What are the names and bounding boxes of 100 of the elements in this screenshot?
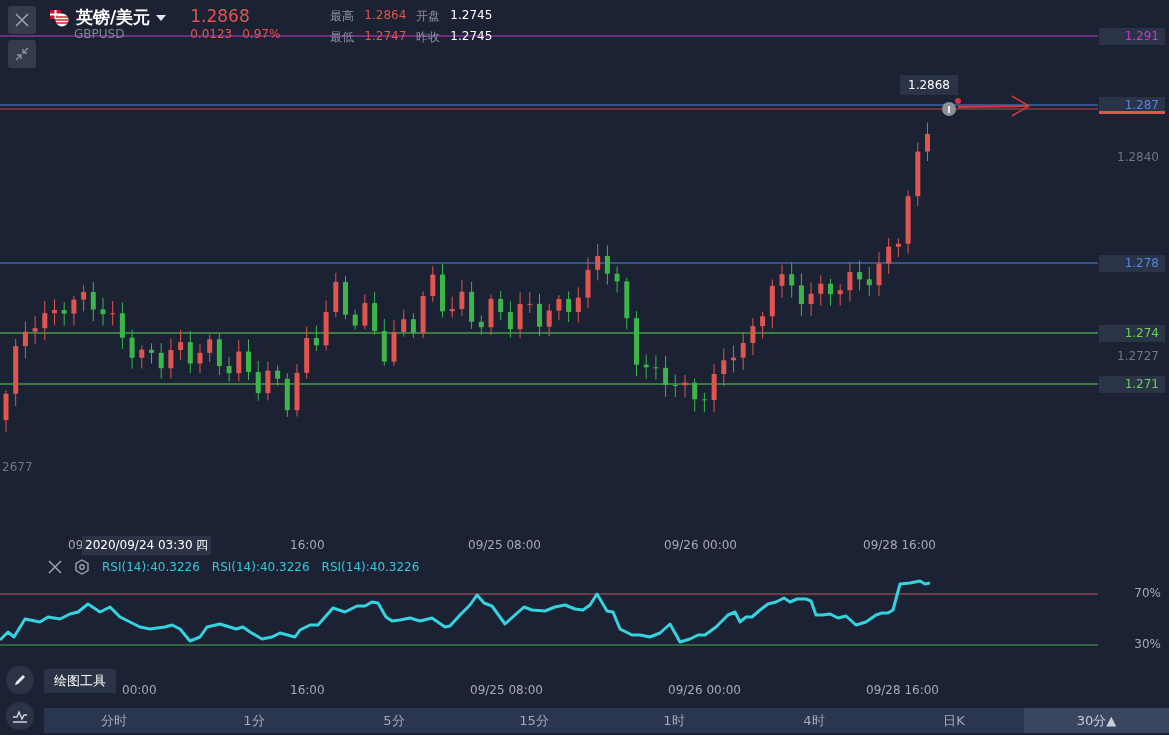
line-chart-icon xyxy=(12,709,28,723)
candlestick xyxy=(449,296,455,319)
time-axis-label: 09 xyxy=(68,538,84,552)
price-level-label: 1.274 xyxy=(1099,325,1165,342)
candlestick xyxy=(401,309,407,338)
settings-icon[interactable] xyxy=(74,559,90,575)
candlestick xyxy=(275,364,281,387)
period-tab[interactable]: 日K xyxy=(884,708,1024,733)
candlestick xyxy=(643,354,649,380)
candlestick xyxy=(488,294,494,336)
candlestick xyxy=(682,374,688,398)
candlestick xyxy=(779,264,785,299)
candlestick xyxy=(255,360,261,402)
price-tooltip: 1.2868 xyxy=(900,75,958,95)
period-tab[interactable]: 1分 xyxy=(184,708,324,733)
candlestick xyxy=(381,318,387,367)
candlestick xyxy=(119,302,125,350)
close-icon[interactable] xyxy=(48,560,62,574)
collapse-arrows-icon xyxy=(14,46,30,62)
candlestick xyxy=(498,290,504,321)
time-axis-label: 09/28 16:00 xyxy=(863,538,936,552)
price-axis-label: 1.2727 xyxy=(1117,349,1159,363)
stat-label: 最高 xyxy=(330,8,355,25)
candlestick xyxy=(507,300,513,339)
candlestick xyxy=(876,251,882,297)
candlestick xyxy=(585,257,591,309)
candlestick xyxy=(925,122,930,162)
candlestick xyxy=(216,332,222,376)
info-icon[interactable] xyxy=(942,98,961,116)
candlestick xyxy=(847,262,853,302)
candlestick xyxy=(575,286,581,323)
candlestick xyxy=(537,293,542,337)
candlestick xyxy=(905,190,911,255)
candlestick xyxy=(129,329,135,370)
candlestick xyxy=(323,300,329,352)
candlestick xyxy=(556,294,562,321)
stat-value: 1.2745 xyxy=(450,8,493,24)
candlestick xyxy=(866,266,872,297)
candlestick xyxy=(828,278,833,307)
period-tab[interactable]: 30分▲ xyxy=(1024,708,1169,733)
candlestick xyxy=(653,354,659,381)
candlestick xyxy=(440,263,445,318)
candlestick xyxy=(372,291,378,336)
candlestick xyxy=(236,339,242,382)
candlestick xyxy=(459,279,465,317)
period-tab[interactable]: 分时 xyxy=(44,708,184,733)
candlestick xyxy=(672,373,678,398)
candlestick xyxy=(614,265,620,293)
candlestick xyxy=(61,301,67,327)
price-change: 0.0123 xyxy=(190,27,233,41)
candlestick xyxy=(149,342,154,364)
candlestick xyxy=(546,303,552,337)
close-button[interactable] xyxy=(8,6,36,34)
candlestick xyxy=(527,291,533,314)
candlestick xyxy=(391,319,397,367)
candlestick xyxy=(265,361,271,401)
candlestick xyxy=(139,344,145,370)
drawing-tools-tooltip: 绘图工具 xyxy=(44,669,116,693)
candlestick xyxy=(886,237,892,275)
candlestick xyxy=(71,295,77,327)
price-level-label: 1.291 xyxy=(1099,28,1165,45)
period-tab[interactable]: 4时 xyxy=(744,708,884,733)
close-icon xyxy=(14,12,30,28)
caret-icon[interactable] xyxy=(156,14,167,21)
period-tab[interactable]: 15分 xyxy=(464,708,604,733)
time-axis-label: 09/26 00:00 xyxy=(664,538,737,552)
candlestick xyxy=(692,378,698,412)
candlestick xyxy=(284,372,290,418)
candlestick xyxy=(352,309,358,331)
candlestick xyxy=(915,142,921,207)
candlestick xyxy=(769,278,775,329)
candlestick xyxy=(100,297,106,327)
price-axis-label: 2677 xyxy=(2,460,33,474)
crosshair-time-label: 2020/09/24 03:30 四 xyxy=(82,536,212,555)
candlestick xyxy=(604,245,610,286)
stat-value: 1.2745 xyxy=(450,29,493,45)
candlestick xyxy=(798,272,804,317)
pencil-icon xyxy=(13,673,27,687)
pencil-button[interactable] xyxy=(6,666,34,694)
period-tab[interactable]: 5分 xyxy=(324,708,464,733)
candlestick xyxy=(818,274,824,306)
price-level-label: 1.287 xyxy=(1099,97,1165,114)
candlestick xyxy=(187,330,193,374)
candlestick xyxy=(178,329,184,361)
candlestick xyxy=(362,293,368,330)
candlestick xyxy=(750,317,756,356)
candlestick xyxy=(789,262,795,298)
indicator-button[interactable] xyxy=(6,702,34,730)
candlestick xyxy=(333,272,339,318)
candlestick xyxy=(110,300,116,326)
period-tab[interactable]: 1时 xyxy=(604,708,744,733)
candlestick xyxy=(313,325,319,352)
candlestick xyxy=(197,343,203,374)
candlestick xyxy=(343,275,348,320)
candlestick xyxy=(294,363,300,417)
candlestick xyxy=(3,389,9,433)
collapse-button[interactable] xyxy=(8,40,36,68)
time-axis-label: 16:00 xyxy=(290,683,325,697)
candlestick xyxy=(207,334,213,363)
price-axis-label: 1.2840 xyxy=(1117,150,1159,164)
